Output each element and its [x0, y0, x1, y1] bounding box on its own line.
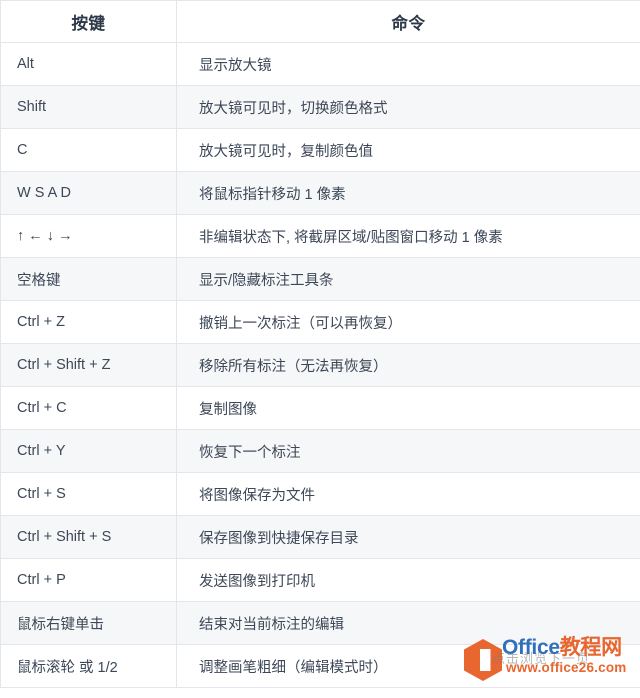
table-row: Ctrl + Shift + Z 移除所有标注（无法再恢复）	[0, 343, 640, 387]
shortcut-key-cell: 空格键	[0, 257, 177, 301]
table-row: Ctrl + Z 撤销上一次标注（可以再恢复）	[0, 300, 640, 344]
shortcut-key-cell: 鼠标右键单击	[0, 601, 177, 645]
table-row: Alt 显示放大镜	[0, 42, 640, 86]
header-row: 按键 命令	[0, 0, 640, 43]
shortcut-key-cell: ↑ ← ↓ →	[0, 214, 177, 258]
shortcut-key-cell: Ctrl + Shift + Z	[0, 343, 177, 387]
table-row: 空格键 显示/隐藏标注工具条	[0, 257, 640, 301]
shortcut-key-cell: 鼠标滚轮 或 1/2	[0, 644, 177, 688]
shortcut-command-cell: 将鼠标指针移动 1 像素	[176, 171, 640, 215]
column-header-command: 命令	[176, 0, 640, 43]
shortcut-command-cell: 放大镜可见时，切换颜色格式	[176, 85, 640, 129]
shortcut-key-cell: Ctrl + Shift + S	[0, 515, 177, 559]
table-row: 鼠标滚轮 或 1/2 调整画笔粗细（编辑模式时）	[0, 644, 640, 688]
shortcut-reference-page: 按键 命令 Alt 显示放大镜 Shift 放大镜可见时，切换颜色格式 C 放大镜可见时，…	[0, 0, 640, 698]
shortcut-command-cell: 非编辑状态下, 将截屏区域/贴图窗口移动 1 像素	[176, 214, 640, 258]
shortcut-key-cell: Ctrl + P	[0, 558, 177, 602]
table-body: Alt 显示放大镜 Shift 放大镜可见时，切换颜色格式 C 放大镜可见时，复制颜色值 W…	[0, 42, 640, 688]
table-row: Ctrl + Y 恢复下一个标注	[0, 429, 640, 473]
shortcut-key-cell: Ctrl + S	[0, 472, 177, 516]
table-header: 按键 命令	[0, 0, 640, 43]
table-row: Shift 放大镜可见时，切换颜色格式	[0, 85, 640, 129]
table-row: Ctrl + Shift + S 保存图像到快捷保存目录	[0, 515, 640, 559]
shortcut-command-cell: 发送图像到打印机	[176, 558, 640, 602]
table-row: ↑ ← ↓ → 非编辑状态下, 将截屏区域/贴图窗口移动 1 像素	[0, 214, 640, 258]
shortcut-command-cell: 显示放大镜	[176, 42, 640, 86]
shortcut-key-cell: Shift	[0, 85, 177, 129]
shortcut-key-cell: Alt	[0, 42, 177, 86]
shortcut-key-cell: Ctrl + Y	[0, 429, 177, 473]
shortcut-command-cell: 移除所有标注（无法再恢复）	[176, 343, 640, 387]
shortcut-command-cell: 放大镜可见时，复制颜色值	[176, 128, 640, 172]
table-row: C 放大镜可见时，复制颜色值	[0, 128, 640, 172]
shortcut-command-cell: 将图像保存为文件	[176, 472, 640, 516]
keyboard-shortcut-table: 按键 命令 Alt 显示放大镜 Shift 放大镜可见时，切换颜色格式 C 放大镜可见时，…	[0, 0, 640, 688]
shortcut-command-cell: 复制图像	[176, 386, 640, 430]
shortcut-command-cell: 调整画笔粗细（编辑模式时）	[176, 644, 640, 688]
table-row: Ctrl + P 发送图像到打印机	[0, 558, 640, 602]
shortcut-command-cell: 显示/隐藏标注工具条	[176, 257, 640, 301]
shortcut-key-cell: W S A D	[0, 171, 177, 215]
shortcut-key-cell: Ctrl + C	[0, 386, 177, 430]
shortcut-command-cell: 撤销上一次标注（可以再恢复）	[176, 300, 640, 344]
shortcut-command-cell: 保存图像到快捷保存目录	[176, 515, 640, 559]
shortcut-command-cell: 恢复下一个标注	[176, 429, 640, 473]
table-row: W S A D 将鼠标指针移动 1 像素	[0, 171, 640, 215]
table-row: Ctrl + S 将图像保存为文件	[0, 472, 640, 516]
table-row: 鼠标右键单击 结束对当前标注的编辑	[0, 601, 640, 645]
shortcut-key-cell: C	[0, 128, 177, 172]
shortcut-command-cell: 结束对当前标注的编辑	[176, 601, 640, 645]
shortcut-key-cell: Ctrl + Z	[0, 300, 177, 344]
table-row: Ctrl + C 复制图像	[0, 386, 640, 430]
column-header-key: 按键	[0, 0, 177, 43]
